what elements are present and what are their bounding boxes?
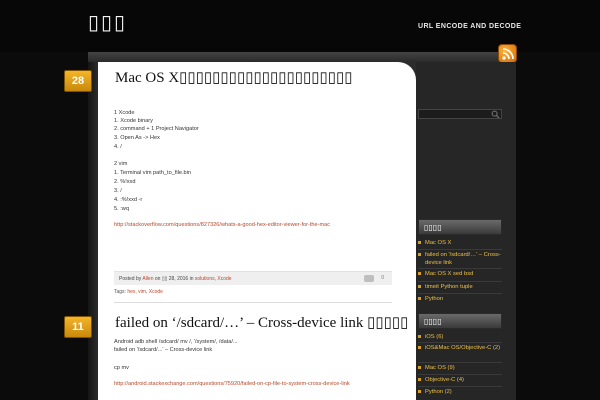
- sidebar-divider: [418, 249, 502, 250]
- site-title[interactable]: ▯▯▯: [88, 10, 127, 34]
- category-item[interactable]: Objective-C (4): [418, 376, 502, 384]
- recent-post-label: failed on '/sdcard/…' – Cross-device lin…: [425, 252, 501, 266]
- category-label: Python (2): [425, 389, 452, 395]
- recent-post-label: Mac OS X: [425, 240, 452, 246]
- recent-post-item[interactable]: Mac OS X sed bsd: [418, 270, 502, 278]
- meta-prefix: Posted by: [119, 276, 142, 282]
- left-edge: [88, 62, 98, 400]
- sidebar-divider: [418, 386, 502, 387]
- post-title[interactable]: Mac OS X▯▯▯▯▯▯▯▯▯▯▯▯▯▯▯▯▯▯▯▯▯: [115, 68, 411, 87]
- author-link[interactable]: Allen: [142, 276, 153, 282]
- category-label: iOS&Mac OS/Objective-C (2): [425, 345, 501, 351]
- comment-count[interactable]: 0: [381, 275, 384, 281]
- tag-links[interactable]: hex, vim, Xcode: [127, 289, 163, 295]
- recent-post-item[interactable]: Python: [418, 295, 502, 303]
- post-text-line: 4. :%!xxd -r: [114, 197, 143, 203]
- categories-heading: ▯▯▯▯: [418, 313, 502, 329]
- category-item[interactable]: Python (2): [418, 388, 502, 396]
- post-text-line: 3. /: [114, 188, 122, 194]
- post-title[interactable]: failed on ‘/sdcard/…’ – Cross-device lin…: [115, 313, 411, 332]
- post-date-badge: 28: [64, 70, 92, 92]
- post-text-line: 3. Open As -> Hex: [114, 135, 160, 141]
- frame-top-bar: [88, 52, 516, 62]
- post-text-line: 1. Terminal vim path_to_file.bin: [114, 170, 192, 176]
- post-link[interactable]: http://stackoverflow.com/questions/82732…: [114, 222, 330, 228]
- search-input[interactable]: [418, 109, 502, 119]
- search-icon[interactable]: [491, 110, 500, 119]
- post-text-line: 2. command + 1 Project Navigator: [114, 126, 199, 132]
- sidebar-divider: [418, 342, 502, 343]
- recent-post-item[interactable]: timeit Python tuple: [418, 283, 502, 291]
- post-meta: Posted by Allen on ▯▯ 28, 2016 in soluti…: [114, 271, 392, 285]
- sidebar-divider: [418, 374, 502, 375]
- meta-date: on ▯▯ 28, 2016 in: [154, 276, 194, 282]
- recent-post-item[interactable]: failed on '/sdcard/…' – Cross-device lin…: [418, 251, 502, 267]
- post-text-line: 1. Xcode binary: [114, 118, 153, 124]
- recent-post-item[interactable]: Mac OS X: [418, 239, 502, 247]
- post-tags: Tags: hex, vim, Xcode: [114, 289, 163, 295]
- post-text-line: 4. /: [114, 144, 122, 150]
- sidebar-divider: [418, 293, 502, 294]
- post-link[interactable]: http://android.stackexchange.com/questio…: [114, 381, 350, 387]
- tags-label: Tags:: [114, 289, 126, 295]
- category-links[interactable]: solutions, Xcode: [195, 276, 232, 282]
- post-text-line: Android adb shell /sdcard/ mv /, '/syste…: [114, 339, 238, 345]
- category-item[interactable]: iOS&Mac OS/Objective-C (2): [418, 344, 502, 352]
- post-date-badge: 11: [64, 316, 92, 338]
- post-text-line: failed on '/sdcard/...' – Cross-device l…: [114, 347, 213, 353]
- category-label: iOS (6): [425, 334, 444, 340]
- recent-post-label: Python: [425, 296, 444, 302]
- recent-post-label: Mac OS X sed bsd: [425, 271, 474, 277]
- post-text-line: 2 vim: [114, 161, 128, 167]
- category-label: Objective-C (4): [425, 377, 464, 383]
- rss-icon[interactable]: [498, 44, 517, 63]
- comment-icon[interactable]: [364, 275, 374, 282]
- sidebar-divider: [418, 362, 502, 363]
- category-label: Mac OS (9): [425, 365, 455, 371]
- post-text-line: 2. %!xxd: [114, 179, 136, 185]
- category-item[interactable]: Mac OS (9): [418, 364, 502, 372]
- post-divider: [114, 302, 392, 303]
- recent-post-label: timeit Python tuple: [425, 284, 473, 290]
- category-item[interactable]: iOS (6): [418, 333, 502, 341]
- sidebar-divider: [418, 281, 502, 282]
- post-text-line: 5. :wq: [114, 206, 129, 212]
- sidebar-divider: [418, 268, 502, 269]
- recent-posts-heading: ▯▯▯▯: [418, 219, 502, 235]
- site-tagline: URL ENCODE AND DECODE: [418, 23, 522, 30]
- post-text-line: cp mv: [114, 365, 129, 371]
- post-text-line: 1 Xcode: [114, 110, 135, 116]
